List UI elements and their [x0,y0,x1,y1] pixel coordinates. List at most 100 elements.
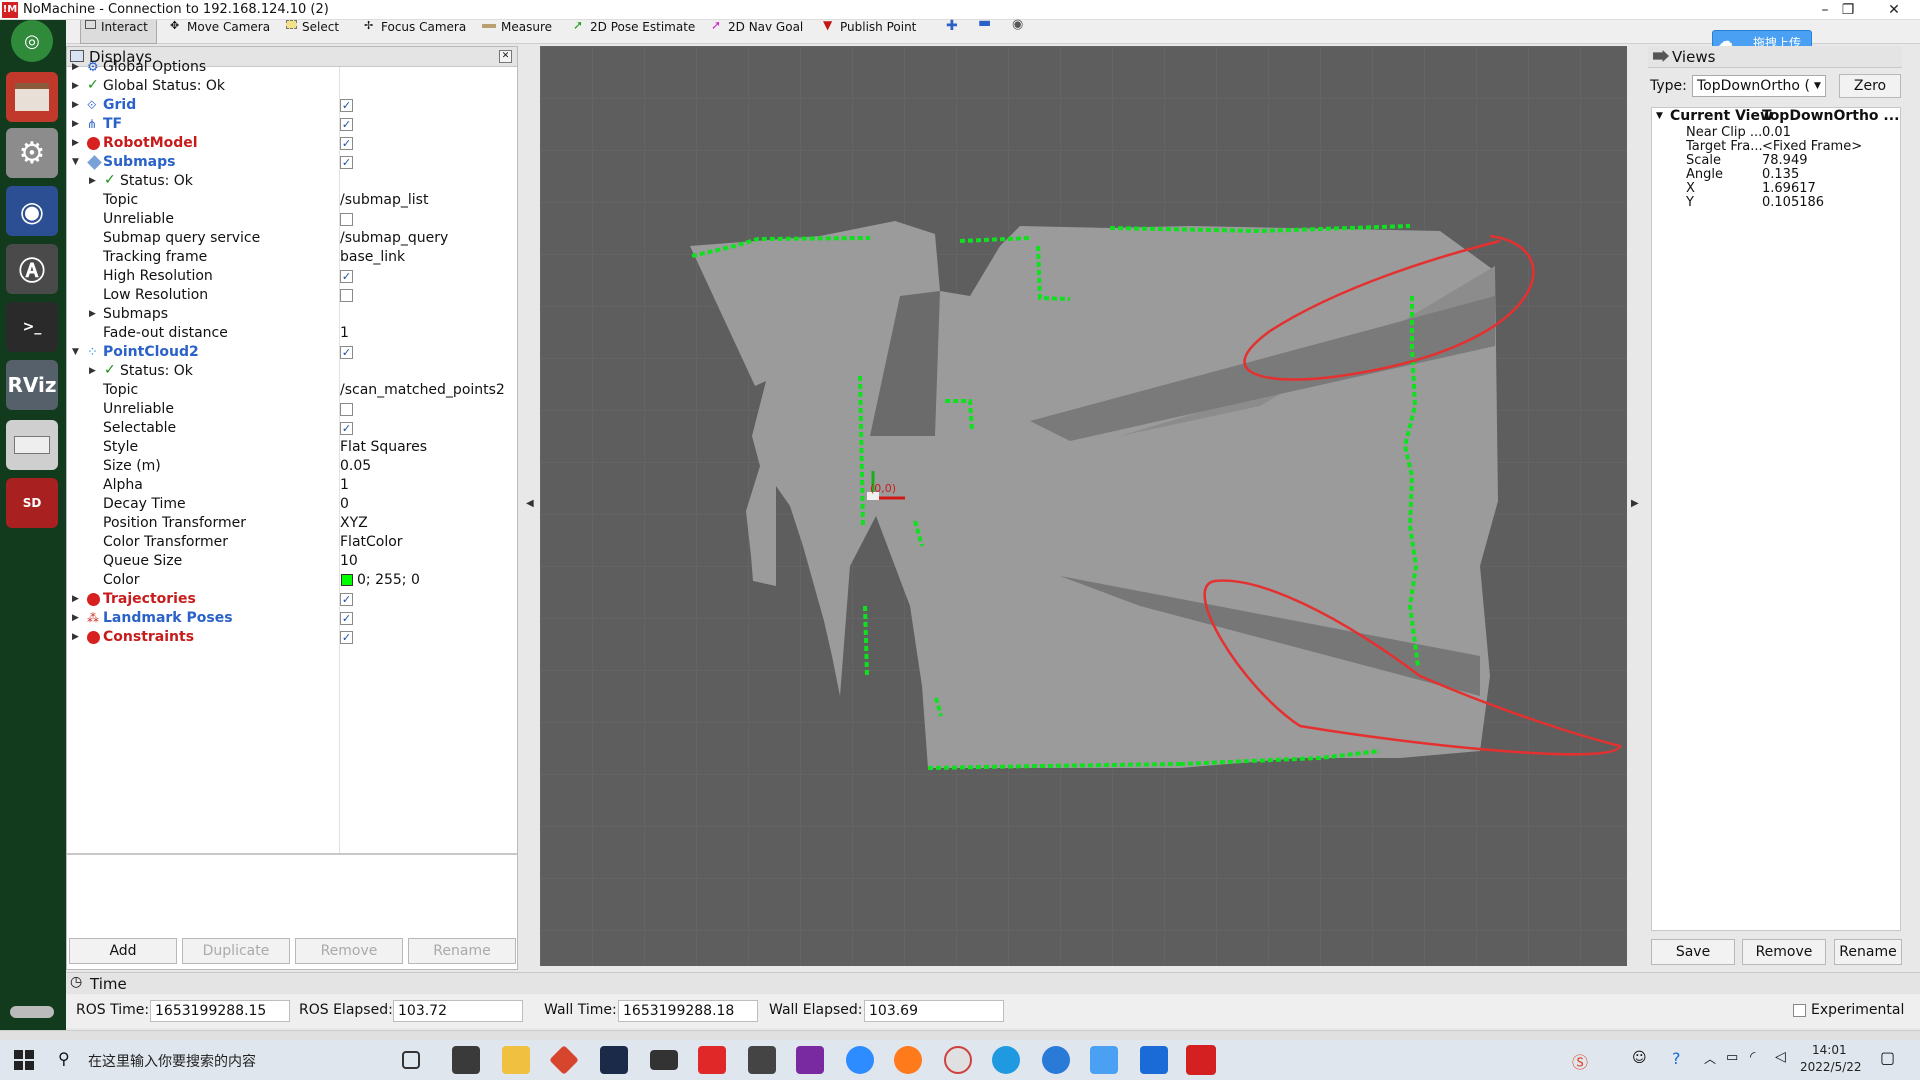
display-row[interactable]: ▶ ⁂ Landmark Poses ✓ [67,609,517,628]
expand-arrow-icon[interactable]: ▶ [72,628,82,647]
expand-arrow-icon[interactable]: ▶ [72,58,82,77]
view-type-select[interactable]: TopDownOrtho ( ▼ [1692,75,1826,97]
tool-select[interactable]: Select [286,20,339,44]
enabled-checkbox[interactable]: ✓ [340,156,353,169]
wall-time-field[interactable]: 1653199288.18 [618,1000,758,1022]
task-view-icon[interactable] [402,1051,420,1069]
enabled-checkbox[interactable] [340,289,353,302]
display-row-value[interactable]: XYZ [340,514,368,533]
view-prop-value[interactable]: 78.949 [1762,153,1808,168]
powershell-icon[interactable] [600,1046,628,1074]
display-row[interactable]: Style Flat Squares [67,438,517,457]
tool-2d-pose-estimate[interactable]: ➚ 2D Pose Estimate [573,19,695,44]
settings-icon[interactable]: ⚙ [6,128,58,178]
camera-app-icon[interactable] [748,1046,776,1074]
view-prop-value[interactable]: 0.105186 [1762,195,1824,210]
display-row-value[interactable]: base_link [340,248,405,267]
expand-arrow-icon[interactable]: ▶ [72,609,82,628]
app-circle-icon[interactable] [1042,1046,1070,1074]
render-view[interactable]: (0,0) [540,46,1627,966]
collapse-arrow-icon[interactable]: ▼ [72,343,82,362]
display-row[interactable]: ▶ RobotModel ✓ [67,134,517,153]
display-row[interactable]: ▶ Trajectories ✓ [67,590,517,609]
collapse-left-icon[interactable]: ◀ [526,498,534,509]
enabled-checkbox[interactable]: ✓ [340,593,353,606]
file-explorer-icon[interactable] [502,1046,530,1074]
ros-time-field[interactable]: 1653199288.15 [150,1000,290,1022]
expand-arrow-icon[interactable]: ▶ [72,77,82,96]
remove-tool-icon[interactable]: ▬ [978,15,991,31]
display-row-value[interactable]: 0 [340,495,349,514]
snipping-tool-icon[interactable] [944,1046,972,1074]
tool-publish-point[interactable]: ▼ Publish Point [823,19,916,44]
display-row[interactable]: Unreliable [67,210,517,229]
files-icon[interactable] [6,72,58,122]
display-row[interactable]: ▶ Submaps [67,305,517,324]
display-row[interactable]: Submap query service/submap_query [67,229,517,248]
display-row[interactable]: Low Resolution [67,286,517,305]
expand-arrow-icon[interactable]: ▶ [72,134,82,153]
tool-focus-camera[interactable]: ✢ Focus Camera [364,20,466,44]
terminal-icon[interactable]: >_ [6,302,58,352]
display-row[interactable]: ▶ ⚙ Global Options [67,58,517,77]
firefox-icon[interactable] [894,1046,922,1074]
remove-view-button[interactable]: Remove [1742,939,1826,965]
display-row[interactable]: Queue Size 10 [67,552,517,571]
experimental-checkbox[interactable] [1793,1004,1806,1017]
ime-icon[interactable]: Ⓢ [1572,1049,1588,1073]
ubuntu-dash-icon[interactable]: ◎ [11,20,53,62]
ros-elapsed-field[interactable]: 103.72 [393,1000,523,1022]
display-row-value[interactable]: 0; 255; 0 [357,571,420,590]
display-row[interactable]: Color Transformer FlatColor [67,533,517,552]
display-row[interactable]: Tracking frame base_link [67,248,517,267]
onenote-icon[interactable] [796,1046,824,1074]
battery-icon[interactable]: ▭ [1726,1050,1738,1065]
software-updater-icon[interactable]: Ⓐ [6,244,58,294]
enabled-checkbox[interactable] [340,213,353,226]
display-row-value[interactable]: FlatColor [340,533,403,552]
tool-2d-nav-goal[interactable]: ➚ 2D Nav Goal [711,19,803,44]
display-row-value[interactable]: 1 [340,476,349,495]
display-row-value[interactable]: 0.05 [340,457,371,476]
display-row[interactable]: Selectable ✓ [67,419,517,438]
enabled-checkbox[interactable]: ✓ [340,99,353,112]
display-row[interactable]: Alpha 1 [67,476,517,495]
chevron-up-icon[interactable]: ︿ [1704,1050,1716,1067]
taskbar-search-input[interactable]: 在这里输入你要搜索的内容 [88,1051,256,1071]
baidu-netdisk-icon[interactable] [1090,1046,1118,1074]
drive-icon[interactable] [6,420,58,470]
display-row[interactable]: Size (m) 0.05 [67,457,517,476]
mail-icon[interactable] [650,1050,678,1070]
help-icon[interactable]: ? [1672,1049,1681,1068]
rename-button[interactable]: Rename [408,938,516,964]
clock-time[interactable]: 14:01 [1812,1043,1847,1057]
notification-icon[interactable]: ▢ [1880,1048,1895,1067]
display-row-value[interactable]: /submap_list [340,191,428,210]
sd-card-icon[interactable]: SD [6,478,58,528]
enabled-checkbox[interactable]: ✓ [340,118,353,131]
view-prop-value[interactable]: 0.01 [1762,125,1791,140]
remove-button[interactable]: Remove [295,938,403,964]
display-row[interactable]: ▼ ⁘ PointCloud2 ✓ [67,343,517,362]
display-row-value[interactable]: 1 [340,324,349,343]
tablet-app-icon[interactable] [1140,1046,1168,1074]
enabled-checkbox[interactable]: ✓ [340,270,353,283]
occupancy-map[interactable]: (0,0) [540,46,1627,966]
color-swatch[interactable] [341,574,353,586]
display-row[interactable]: Position Transformer XYZ [67,514,517,533]
view-prop-value[interactable]: 0.135 [1762,167,1799,182]
clock-date[interactable]: 2022/5/22 [1800,1060,1862,1074]
video-app-icon[interactable] [698,1046,726,1074]
display-row[interactable]: Unreliable [67,400,517,419]
display-row-value[interactable]: /submap_query [340,229,448,248]
collapse-right-icon[interactable]: ▶ [1631,498,1639,509]
display-row[interactable]: ▶ ⋔ TF ✓ [67,115,517,134]
expand-arrow-icon[interactable]: ▶ [89,362,99,381]
display-row[interactable]: Fade-out distance 1 [67,324,517,343]
display-row-value[interactable]: 10 [340,552,358,571]
display-row[interactable]: Decay Time 0 [67,495,517,514]
add-button[interactable]: Add [69,938,177,964]
windows-start-icon[interactable] [14,1050,34,1070]
horizontal-scrollbar[interactable] [0,1030,1920,1040]
enabled-checkbox[interactable]: ✓ [340,422,353,435]
